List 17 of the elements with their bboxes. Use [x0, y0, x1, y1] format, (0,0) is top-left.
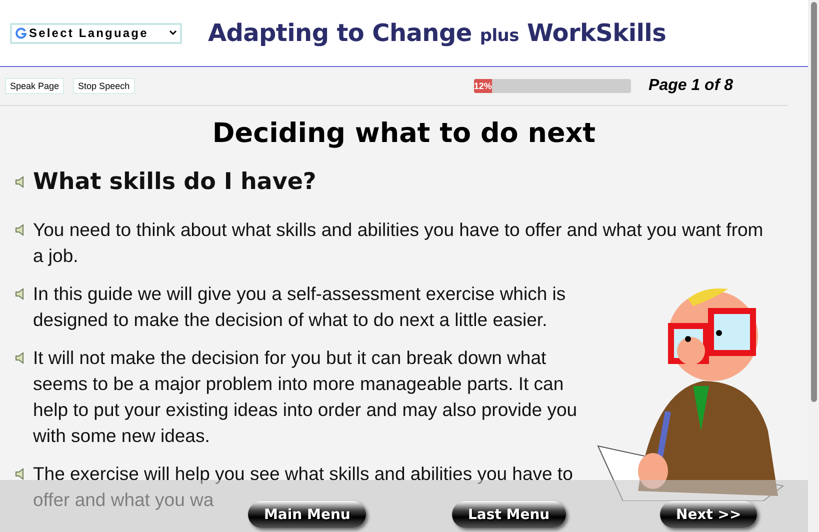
speech-button[interactable]: Stop Speech [73, 78, 135, 94]
page-number: Page 1 of 8 [648, 77, 733, 95]
speech-button[interactable]: Speak Page [5, 78, 64, 94]
chevron-down-icon [169, 30, 177, 36]
google-g-icon [15, 27, 27, 39]
language-select[interactable]: Select Language [10, 22, 182, 44]
section-heading: What skills do I have? [33, 169, 316, 195]
scrollbar[interactable] [808, 0, 819, 532]
nav-button[interactable]: Last Menu [452, 501, 566, 528]
paragraph: It will not make the decision for you but it can break down what seems to be a major problem into more manageable parts. It can help to put your existing ideas into order and may also provide you with some new ideas. [33, 346, 578, 448]
nav-button[interactable]: Next >> [660, 501, 758, 528]
page-title: Deciding what to do next [211, 118, 597, 149]
nav-button[interactable]: Main Menu [248, 501, 366, 528]
paragraph: You need to think about what skills and abilities you have to offer and what you want from a job. [33, 218, 764, 268]
site-title: Adapting to Change plus WorkSkills [208, 19, 666, 47]
paragraph: In this guide we will give you a self-assessment exercise which is designed to make the decision of what to do next a little easier. [33, 282, 567, 332]
progress-fill: 12% [474, 79, 492, 93]
